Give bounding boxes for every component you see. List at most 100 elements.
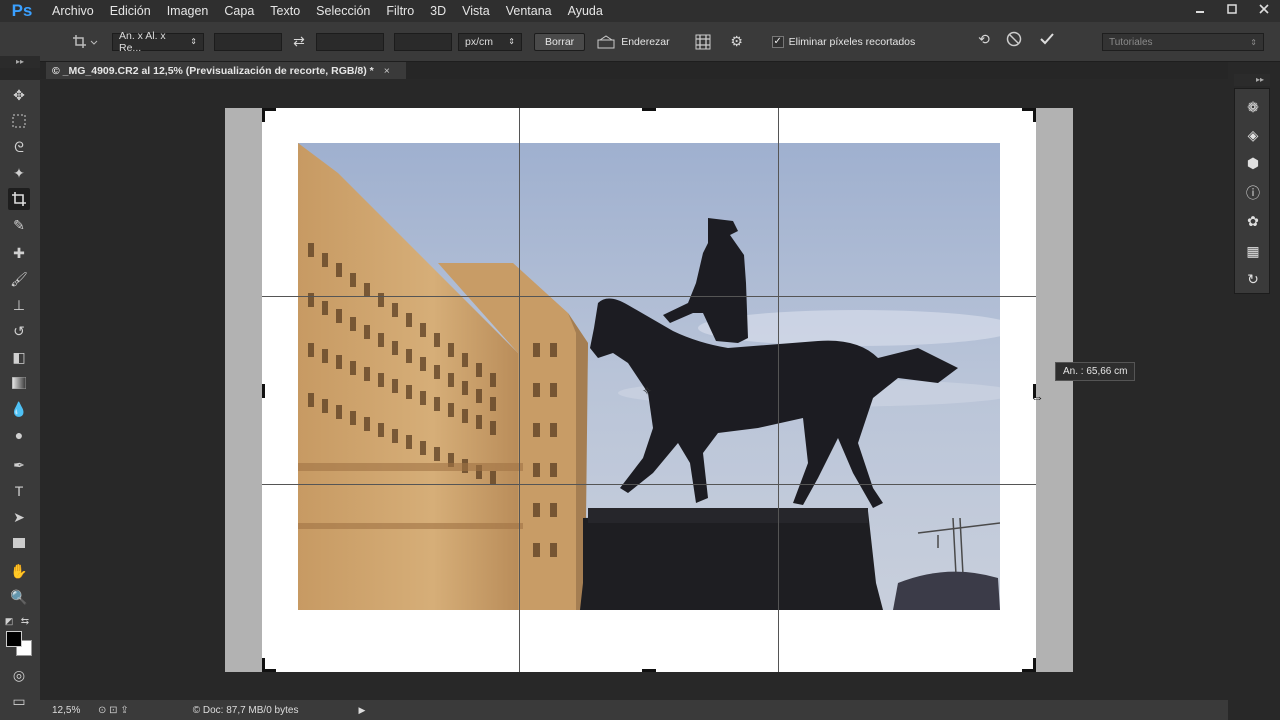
marquee-tool-icon[interactable]	[8, 110, 30, 132]
pen-tool-icon[interactable]: ✒	[8, 454, 30, 476]
menu-bar: Ps Archivo Edición Imagen Capa Texto Sel…	[0, 0, 1280, 22]
3d-panel-icon[interactable]: ⬢	[1241, 151, 1265, 175]
status-bar: 12,5% ⊙ ⊡ ⇪ © Doc: 87,7 MB/0 bytes ▶	[40, 700, 1228, 720]
default-colors-icon[interactable]: ◩	[2, 610, 16, 632]
color-panel-icon[interactable]: ❁	[1241, 95, 1265, 119]
reset-icon[interactable]: ⟲	[973, 31, 995, 48]
close-tab-button[interactable]: ×	[384, 65, 390, 77]
menu-ventana[interactable]: Ventana	[498, 0, 560, 22]
minimize-icon	[1196, 11, 1204, 13]
crop-grid-line	[262, 296, 1036, 297]
screen-mode-icon[interactable]: ▭	[8, 690, 30, 712]
hand-tool-icon[interactable]: ✋	[8, 560, 30, 582]
maximize-icon	[1227, 4, 1237, 14]
crop-grid-line	[262, 484, 1036, 485]
channels-panel-icon[interactable]: ▦	[1241, 239, 1265, 263]
crop-handle-top-left[interactable]	[262, 108, 265, 122]
delete-cropped-label: Eliminar píxeles recortados	[788, 35, 916, 48]
resize-cursor-icon: ⇔	[1030, 389, 1044, 405]
photo-image	[298, 143, 1000, 610]
menu-filtro[interactable]: Filtro	[378, 0, 422, 22]
menu-archivo[interactable]: Archivo	[44, 0, 102, 22]
checkmark-icon[interactable]	[1036, 31, 1058, 47]
rectangle-tool-icon[interactable]	[8, 532, 30, 554]
delete-cropped-checkbox[interactable]: ✓	[771, 35, 784, 48]
menu-imagen[interactable]: Imagen	[159, 0, 217, 22]
crop-handle-left[interactable]	[262, 384, 265, 398]
ratio-select[interactable]: An. x Al. x Re... ⇕	[112, 30, 204, 54]
layers-panel-icon[interactable]: ◈	[1241, 123, 1265, 147]
move-tool-icon[interactable]: ✥	[8, 84, 30, 106]
gradient-tool-icon[interactable]	[8, 372, 30, 394]
healing-brush-tool-icon[interactable]: ✚	[8, 242, 30, 264]
stamp-tool-icon[interactable]: ⊥	[8, 294, 30, 316]
crop-grid-line	[519, 108, 520, 672]
workspace-value: Tutoriales	[1109, 36, 1153, 48]
menu-edicion[interactable]: Edición	[102, 0, 159, 22]
cancel-icon[interactable]	[1003, 31, 1025, 47]
tools-panel-header[interactable]: ▸▸	[0, 56, 40, 68]
clear-button[interactable]: Borrar	[534, 32, 586, 51]
crop-handle-top-right[interactable]	[1033, 108, 1036, 122]
menu-ayuda[interactable]: Ayuda	[560, 0, 611, 22]
magic-wand-tool-icon[interactable]: ✦	[8, 162, 30, 184]
document-tab-bar: © _MG_4909.CR2 al 12,5% (Previsualizació…	[40, 62, 1228, 79]
crop-preset-picker[interactable]	[58, 27, 112, 57]
height-field[interactable]	[316, 32, 384, 51]
crop-tool-icon[interactable]	[8, 188, 30, 210]
history-brush-tool-icon[interactable]: ↺	[8, 320, 30, 342]
swatches-panel-icon[interactable]: ✿	[1241, 209, 1265, 233]
updown-icon: ⇕	[1250, 37, 1257, 47]
menu-texto[interactable]: Texto	[262, 0, 308, 22]
options-bar: An. x Al. x Re... ⇕ ⇄ px/cm ⇕ Borrar End…	[0, 22, 1280, 62]
menu-3d[interactable]: 3D	[422, 0, 454, 22]
info-panel-icon[interactable]: ⓘ	[1241, 181, 1265, 205]
menu-seleccion[interactable]: Selección	[308, 0, 378, 22]
updown-icon: ⇕	[190, 37, 197, 46]
units-select[interactable]: px/cm ⇕	[458, 32, 522, 51]
crop-handle-bottom-left[interactable]	[262, 658, 265, 672]
delete-cropped-option[interactable]: ✓ Eliminar píxeles recortados	[771, 35, 916, 48]
straighten-icon[interactable]	[595, 34, 617, 49]
type-tool-icon[interactable]: T	[8, 480, 30, 502]
gear-icon[interactable]: ⚙	[726, 33, 748, 50]
crop-handle-bottom[interactable]	[642, 669, 656, 672]
menu-capa[interactable]: Capa	[216, 0, 262, 22]
document-tab-title: © _MG_4909.CR2 al 12,5% (Previsualizació…	[52, 64, 374, 77]
swap-arrows-icon[interactable]: ⇄	[288, 33, 310, 50]
width-field[interactable]	[214, 32, 282, 51]
status-icons[interactable]: ⊙ ⊡ ⇪	[98, 705, 129, 716]
photoshop-logo: Ps	[11, 1, 33, 20]
crop-handle-top[interactable]	[642, 108, 656, 111]
blur-tool-icon[interactable]: 💧	[8, 398, 30, 420]
zoom-level[interactable]: 12,5%	[52, 705, 92, 716]
history-panel-icon[interactable]: ↻	[1241, 267, 1265, 291]
path-selection-tool-icon[interactable]: ➤	[8, 506, 30, 528]
close-window-button[interactable]	[1248, 0, 1280, 18]
lasso-tool-icon[interactable]: ᘓ	[8, 136, 30, 158]
workspace-select[interactable]: Tutoriales ⇕	[1102, 33, 1264, 51]
units-select-value: px/cm	[465, 35, 494, 48]
brush-tool-icon[interactable]: 🖌	[8, 268, 30, 290]
dodge-tool-icon[interactable]: ●	[8, 424, 30, 446]
crop-handle-bottom-right[interactable]	[1033, 658, 1036, 672]
foreground-color-swatch[interactable]	[6, 631, 22, 647]
status-menu-arrow-icon[interactable]: ▶	[358, 705, 365, 716]
eraser-tool-icon[interactable]: ◧	[8, 346, 30, 368]
eyedropper-tool-icon[interactable]: ✎	[8, 214, 30, 236]
doc-size-info: © Doc: 87,7 MB/0 bytes	[192, 704, 299, 716]
minimize-button[interactable]	[1184, 0, 1216, 18]
right-panel-header[interactable]: ▸▸	[1234, 74, 1270, 86]
quick-mask-icon[interactable]: ◎	[8, 664, 30, 686]
straighten-label[interactable]: Enderezar	[621, 36, 669, 48]
grid-overlay-icon[interactable]	[692, 34, 714, 50]
crop-icon	[73, 34, 98, 48]
resolution-field[interactable]	[394, 32, 452, 51]
crop-center-icon: ✧	[642, 384, 653, 398]
crop-width-tooltip: An. : 65,66 cm	[1055, 362, 1136, 381]
zoom-tool-icon[interactable]: 🔍	[8, 586, 30, 608]
maximize-button[interactable]	[1216, 0, 1248, 18]
menu-vista[interactable]: Vista	[454, 0, 498, 22]
swap-colors-icon[interactable]: ⇆	[18, 610, 32, 632]
document-tab[interactable]: © _MG_4909.CR2 al 12,5% (Previsualizació…	[46, 62, 406, 79]
